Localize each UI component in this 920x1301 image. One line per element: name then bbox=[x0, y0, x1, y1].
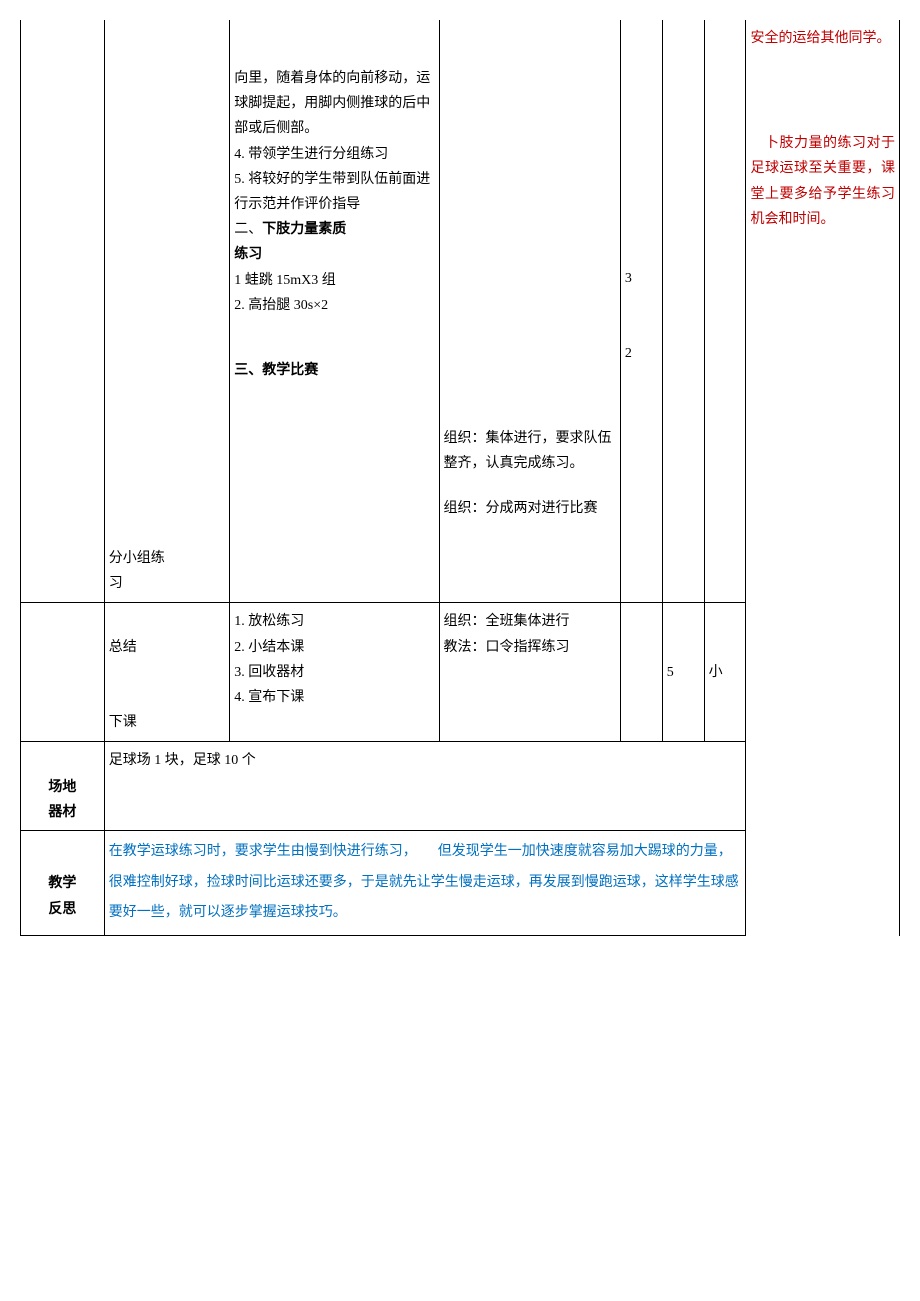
cell-r2-c2: 总结 下课 bbox=[104, 603, 230, 742]
text: 场地 器材 bbox=[48, 778, 76, 819]
text: 2. 小结本课 bbox=[234, 635, 434, 660]
cell-r1-c2: 分小组练 习 bbox=[104, 20, 230, 603]
text: 三、教学比赛 bbox=[234, 358, 434, 383]
cell-r1-c7 bbox=[704, 20, 746, 603]
text: 小 bbox=[709, 665, 723, 680]
text: 二、下肢力量素质 练习 bbox=[234, 217, 434, 267]
text: 卜肢力量的练习对于足球运球至关重要，课堂上要多给予学生练习机会和时间。 bbox=[750, 131, 895, 232]
text: 在教学运球练习时，要求学生由慢到快进行练习， 但发现学生一加快速度就容易加大踢球… bbox=[109, 844, 739, 921]
cell-r2-c4: 组织：全班集体进行 教法：口令指挥练习 bbox=[439, 603, 620, 742]
text: 2 bbox=[625, 341, 658, 366]
cell-r3-content: 足球场 1 块，足球 10 个 bbox=[104, 742, 746, 831]
text: 4. 带领学生进行分组练习 bbox=[234, 142, 434, 167]
text: 总结 下课 bbox=[109, 640, 137, 731]
cell-r2-c6: 5 bbox=[662, 603, 704, 742]
cell-r1-c8: 安全的运给其他同学。 卜肢力量的练习对于足球运球至关重要，课堂上要多给予学生练习… bbox=[746, 20, 900, 936]
text: 向里，随着身体的向前移动，运球脚提起，用脚内侧推球的后中部或后侧部。 bbox=[234, 66, 434, 142]
cell-r2-c3: 1. 放松练习 2. 小结本课 3. 回收器材 4. 宣布下课 bbox=[230, 603, 439, 742]
cell-r1-c6 bbox=[662, 20, 704, 603]
cell-r4-label: 教学 反思 bbox=[21, 830, 105, 935]
text: 3. 回收器材 bbox=[234, 660, 434, 685]
cell-r3-label: 场地 器材 bbox=[21, 742, 105, 831]
cell-r1-c5: 3 2 bbox=[620, 20, 662, 603]
text: 2. 高抬腿 30s×2 bbox=[234, 293, 434, 318]
cell-r2-c5 bbox=[620, 603, 662, 742]
main-table: 分小组练 习 向里，随着身体的向前移动，运球脚提起，用脚内侧推球的后中部或后侧部… bbox=[20, 20, 900, 936]
text: 组织：集体进行，要求队伍整齐，认真完成练习。 bbox=[444, 426, 616, 476]
text: 5 bbox=[667, 665, 674, 680]
cell-r4-content: 在教学运球练习时，要求学生由慢到快进行练习， 但发现学生一加快速度就容易加大踢球… bbox=[104, 830, 746, 935]
text: 1. 放松练习 bbox=[234, 609, 434, 634]
text: 安全的运给其他同学。 bbox=[750, 26, 895, 51]
text: 4. 宣布下课 bbox=[234, 685, 434, 710]
cell-r2-c7: 小 bbox=[704, 603, 746, 742]
text: 组织：分成两对进行比赛 bbox=[444, 496, 616, 521]
cell-r1-c4: 组织：集体进行，要求队伍整齐，认真完成练习。 组织：分成两对进行比赛 bbox=[439, 20, 620, 603]
text: 3 bbox=[625, 266, 658, 291]
cell-r1-c1 bbox=[21, 20, 105, 603]
text: 5. 将较好的学生带到队伍前面进行示范并作评价指导 bbox=[234, 167, 434, 217]
text: 1 蛙跳 15mX3 组 bbox=[234, 268, 434, 293]
cell-r2-c1 bbox=[21, 603, 105, 742]
lesson-plan-table: 分小组练 习 向里，随着身体的向前移动，运球脚提起，用脚内侧推球的后中部或后侧部… bbox=[20, 20, 900, 936]
text: 分小组练 习 bbox=[109, 551, 165, 591]
text: 教法：口令指挥练习 bbox=[444, 635, 616, 660]
table-row: 分小组练 习 向里，随着身体的向前移动，运球脚提起，用脚内侧推球的后中部或后侧部… bbox=[21, 20, 900, 603]
cell-r1-c3: 向里，随着身体的向前移动，运球脚提起，用脚内侧推球的后中部或后侧部。 4. 带领… bbox=[230, 20, 439, 603]
text: 足球场 1 块，足球 10 个 bbox=[109, 753, 256, 768]
text: 组织：全班集体进行 bbox=[444, 609, 616, 634]
text: 教学 反思 bbox=[48, 874, 76, 915]
